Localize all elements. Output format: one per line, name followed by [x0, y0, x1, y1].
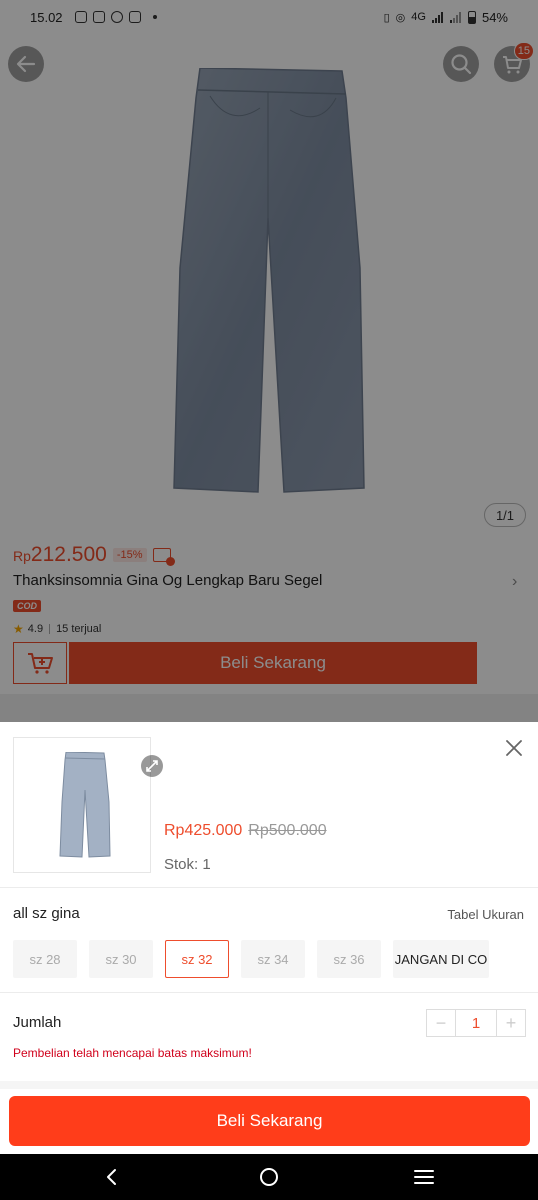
menu-lines-icon — [414, 1170, 434, 1184]
divider — [0, 992, 538, 993]
size-option[interactable]: sz 30 — [89, 940, 153, 978]
size-option[interactable]: sz 34 — [241, 940, 305, 978]
size-option[interactable]: JANGAN DI CO — [393, 940, 489, 978]
confirm-buy-now-button[interactable]: Beli Sekarang — [9, 1096, 530, 1146]
quantity-value[interactable]: 1 — [455, 1010, 497, 1036]
decrement-button[interactable]: − — [427, 1010, 455, 1036]
home-circle-icon — [260, 1168, 278, 1186]
expand-icon — [146, 760, 158, 772]
quantity-stepper: − 1 + — [426, 1009, 526, 1037]
close-icon — [506, 740, 522, 756]
limit-warning: Pembelian telah mencapai batas maksimum! — [13, 1046, 252, 1060]
close-button[interactable] — [502, 736, 526, 760]
divider — [0, 887, 538, 888]
increment-button[interactable]: + — [497, 1010, 525, 1036]
size-option[interactable]: sz 28 — [13, 940, 77, 978]
nav-recents-button[interactable] — [394, 1154, 454, 1200]
nav-back-button[interactable] — [82, 1154, 142, 1200]
expand-image-button[interactable] — [141, 755, 163, 777]
variant-group-label: all sz gina — [13, 905, 80, 922]
variant-price: Rp425.000 Rp500.000 — [164, 822, 327, 840]
section-divider — [0, 1081, 538, 1089]
nav-home-button[interactable] — [239, 1154, 299, 1200]
variant-sheet: Rp425.000 Rp500.000 Stok: 1 all sz gina … — [0, 722, 538, 1154]
size-option-selected[interactable]: sz 32 — [165, 940, 229, 978]
variant-thumbnail[interactable] — [13, 737, 163, 873]
quantity-label: Jumlah — [13, 1014, 62, 1031]
size-option[interactable]: sz 36 — [317, 940, 381, 978]
system-nav-bar — [0, 1154, 538, 1200]
chevron-left-icon — [107, 1169, 116, 1185]
current-price: Rp425.000 — [164, 822, 243, 839]
size-options: sz 28 sz 30 sz 32 sz 34 sz 36 JANGAN DI … — [13, 940, 489, 978]
stock-count: Stok: 1 — [164, 856, 211, 873]
jeans-thumbnail-image — [59, 752, 111, 858]
size-chart-link[interactable]: Tabel Ukuran — [447, 907, 524, 922]
dim-overlay[interactable] — [0, 0, 538, 722]
original-price: Rp500.000 — [248, 822, 327, 839]
